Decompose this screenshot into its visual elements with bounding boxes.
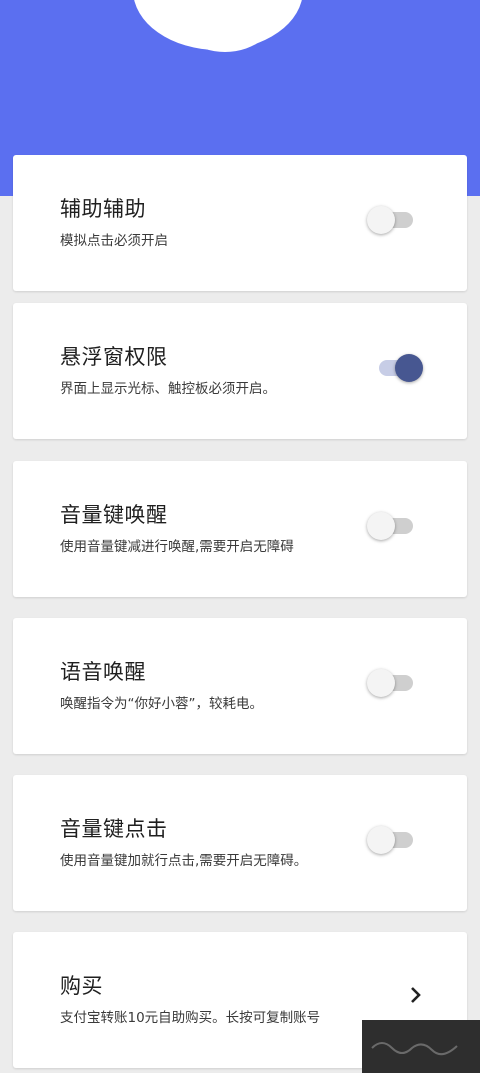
floating-window-toggle[interactable]: [367, 353, 423, 383]
setting-description: 模拟点击必须开启: [60, 233, 168, 249]
setting-title: 音量键唤醒: [60, 503, 168, 527]
voice-wake-toggle[interactable]: [367, 668, 415, 698]
setting-card-floating-window[interactable]: 悬浮窗权限 界面上显示光标、触控板必须开启。: [13, 303, 467, 439]
setting-description: 使用音量键加就行点击,需要开启无障碍。: [60, 853, 308, 869]
setting-title: 悬浮窗权限: [60, 345, 168, 369]
chevron-right-icon[interactable]: [405, 984, 427, 1006]
setting-title: 语音唤醒: [60, 660, 146, 684]
toggle-thumb: [367, 512, 395, 540]
toggle-thumb: [395, 354, 423, 382]
watermark-overlay: [362, 1020, 480, 1073]
volume-click-toggle[interactable]: [367, 825, 415, 855]
toggle-thumb: [367, 206, 395, 234]
accessibility-toggle[interactable]: [367, 205, 415, 235]
setting-card-volume-click[interactable]: 音量键点击 使用音量键加就行点击,需要开启无障碍。: [13, 775, 467, 911]
setting-description: 使用音量键减进行唤醒,需要开启无障碍: [60, 539, 294, 555]
toggle-thumb: [367, 826, 395, 854]
setting-title: 辅助辅助: [60, 197, 146, 221]
volume-wake-toggle[interactable]: [367, 511, 415, 541]
setting-description: 支付宝转账10元自助购买。长按可复制账号: [60, 1010, 321, 1026]
setting-description: 界面上显示光标、触控板必须开启。: [60, 381, 276, 397]
setting-card-voice-wake[interactable]: 语音唤醒 唤醒指令为“你好小蓉”，较耗电。: [13, 618, 467, 754]
toggle-thumb: [367, 669, 395, 697]
setting-title: 音量键点击: [60, 817, 168, 841]
setting-title: 购买: [60, 974, 103, 998]
setting-description: 唤醒指令为“你好小蓉”，较耗电。: [60, 696, 263, 712]
setting-card-accessibility[interactable]: 辅助辅助 模拟点击必须开启: [13, 155, 467, 291]
setting-card-volume-wake[interactable]: 音量键唤醒 使用音量键减进行唤醒,需要开启无障碍: [13, 461, 467, 597]
